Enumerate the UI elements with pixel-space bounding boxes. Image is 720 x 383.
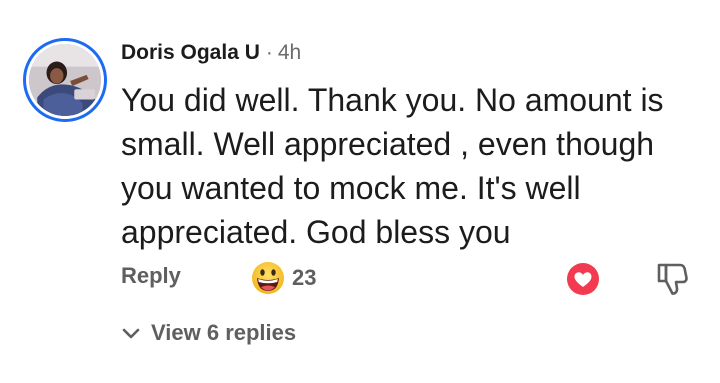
view-replies-button[interactable]: View 6 replies (121, 320, 296, 346)
chevron-down-icon (122, 328, 140, 339)
reaction-summary[interactable]: 23 (250, 260, 316, 296)
avatar[interactable] (23, 38, 107, 122)
timestamp: 4h (277, 41, 302, 64)
dislike-button[interactable] (655, 261, 689, 297)
thumbs-down-icon (657, 263, 688, 295)
profile-photo (29, 44, 101, 116)
comment: Doris Ogala U · 4h You did well. Thank y… (0, 0, 720, 383)
author-name[interactable]: Doris Ogala U (121, 41, 260, 65)
comment-header: Doris Ogala U · 4h (121, 38, 301, 68)
view-replies-label: View 6 replies (151, 320, 297, 345)
reply-button[interactable]: Reply (121, 263, 181, 289)
comment-text: You did well. Thank you. No amount is sm… (121, 82, 664, 250)
reaction-count: 23 (292, 265, 317, 290)
separator-dot: · (265, 41, 273, 64)
grinning-face-emoji-icon (252, 262, 284, 294)
like-button[interactable] (566, 262, 600, 296)
heart-icon (567, 263, 599, 295)
